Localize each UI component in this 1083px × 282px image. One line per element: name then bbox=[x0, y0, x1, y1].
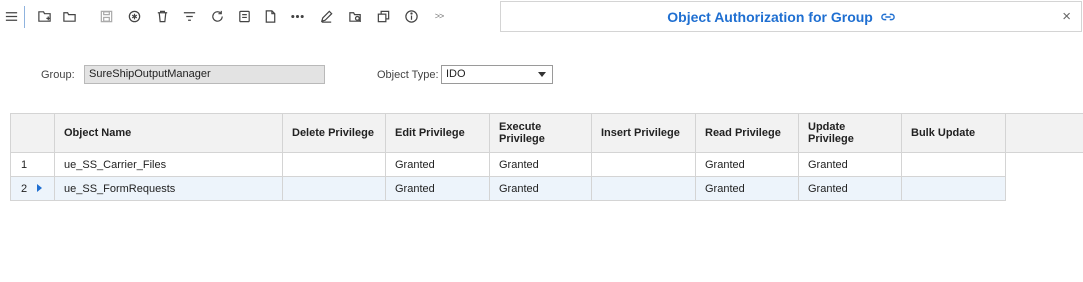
table-row[interactable]: 2 ue_SS_FormRequests Granted Granted Gra… bbox=[10, 176, 1083, 201]
column-header-bulk-update[interactable]: Bulk Update bbox=[901, 113, 1006, 153]
column-header-filler bbox=[1005, 113, 1083, 153]
info-icon[interactable] bbox=[400, 5, 422, 27]
column-header-insert-privilege[interactable]: Insert Privilege bbox=[591, 113, 696, 153]
link-icon[interactable] bbox=[880, 10, 895, 26]
object-name-cell[interactable]: ue_SS_FormRequests bbox=[54, 176, 283, 201]
delete-privilege-cell[interactable] bbox=[282, 176, 386, 201]
group-field[interactable]: SureShipOutputManager bbox=[84, 65, 325, 84]
find-icon[interactable] bbox=[344, 5, 366, 27]
column-header-update-privilege[interactable]: Update Privilege bbox=[798, 113, 902, 153]
open-folder-icon[interactable] bbox=[58, 5, 80, 27]
menu-icon[interactable] bbox=[0, 5, 22, 27]
bulk-update-cell[interactable] bbox=[901, 176, 1006, 201]
close-button[interactable]: × bbox=[1062, 8, 1071, 25]
blank-page-icon[interactable] bbox=[259, 5, 281, 27]
toolbar: >> Object Authorization for Group × bbox=[0, 0, 1083, 34]
filler-cell bbox=[1005, 176, 1083, 201]
bulk-update-cell[interactable] bbox=[901, 152, 1006, 177]
delete-privilege-cell[interactable] bbox=[282, 152, 386, 177]
column-header-edit-privilege[interactable]: Edit Privilege bbox=[385, 113, 490, 153]
edit-privilege-cell[interactable]: Granted bbox=[385, 176, 490, 201]
delete-icon[interactable] bbox=[151, 5, 173, 27]
authorization-grid: Object Name Delete Privilege Edit Privil… bbox=[10, 113, 1083, 201]
execute-privilege-cell[interactable]: Granted bbox=[489, 176, 592, 201]
row-number[interactable]: 1 bbox=[10, 152, 55, 177]
chevron-down-icon[interactable] bbox=[538, 72, 546, 77]
grid-header-row: Object Name Delete Privilege Edit Privil… bbox=[10, 113, 1083, 153]
refresh-icon[interactable] bbox=[206, 5, 228, 27]
more-tools-icon[interactable]: >> bbox=[428, 5, 450, 27]
insert-privilege-cell[interactable] bbox=[591, 152, 696, 177]
row-number-cell[interactable]: 2 bbox=[10, 176, 55, 201]
form-title: Object Authorization for Group bbox=[667, 9, 873, 25]
page-title: Object Authorization for Group bbox=[501, 9, 1061, 26]
filler-cell bbox=[1005, 152, 1083, 177]
read-privilege-cell[interactable]: Granted bbox=[695, 176, 799, 201]
edit-icon[interactable] bbox=[315, 5, 337, 27]
current-row-icon bbox=[37, 183, 43, 192]
column-header-read-privilege[interactable]: Read Privilege bbox=[695, 113, 799, 153]
edit-privilege-cell[interactable]: Granted bbox=[385, 152, 490, 177]
table-row[interactable]: 1 ue_SS_Carrier_Files Granted Granted Gr… bbox=[10, 152, 1083, 177]
column-header-delete-privilege[interactable]: Delete Privilege bbox=[282, 113, 386, 153]
group-label: Group: bbox=[41, 69, 75, 81]
update-privilege-cell[interactable]: Granted bbox=[798, 176, 902, 201]
filter-icon[interactable] bbox=[178, 5, 200, 27]
new-record-icon[interactable] bbox=[33, 5, 55, 27]
object-type-value: IDO bbox=[446, 68, 466, 80]
insert-privilege-cell[interactable] bbox=[591, 176, 696, 201]
row-number-header bbox=[10, 113, 55, 153]
object-type-select[interactable]: IDO bbox=[441, 65, 553, 84]
column-header-object-name[interactable]: Object Name bbox=[54, 113, 283, 153]
asterisk-icon[interactable] bbox=[123, 5, 145, 27]
column-header-execute-privilege[interactable]: Execute Privilege bbox=[489, 113, 592, 153]
more-icon[interactable] bbox=[286, 5, 308, 27]
read-privilege-cell[interactable]: Granted bbox=[695, 152, 799, 177]
object-type-label: Object Type: bbox=[377, 69, 439, 81]
update-privilege-cell[interactable]: Granted bbox=[798, 152, 902, 177]
copy-icon[interactable] bbox=[372, 5, 394, 27]
execute-privilege-cell[interactable]: Granted bbox=[489, 152, 592, 177]
document-icon[interactable] bbox=[233, 5, 255, 27]
row-number: 2 bbox=[21, 182, 28, 195]
toolbar-divider bbox=[24, 6, 25, 28]
object-name-cell[interactable]: ue_SS_Carrier_Files bbox=[54, 152, 283, 177]
save-icon[interactable] bbox=[95, 5, 117, 27]
title-bar: Object Authorization for Group × bbox=[500, 1, 1082, 32]
